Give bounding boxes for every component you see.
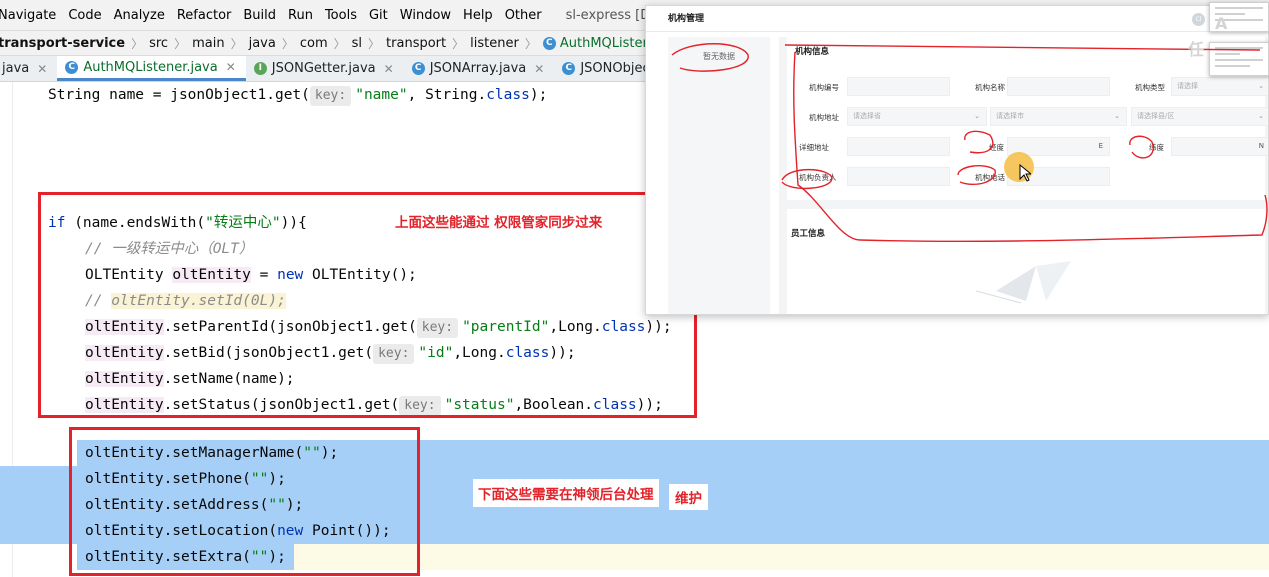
close-icon[interactable]: ✕	[37, 62, 47, 76]
paper-plane-icon	[976, 261, 1071, 304]
section-title: 机构信息	[795, 47, 830, 57]
tab-label: java	[2, 61, 30, 76]
tab-authmqlistener[interactable]: C AuthMQListener.java ✕	[57, 56, 246, 81]
chevron-right-icon: 〉	[524, 36, 537, 51]
close-icon[interactable]: ✕	[384, 62, 394, 76]
chevron-right-icon: 〉	[452, 36, 465, 51]
chevron-right-icon: 〉	[281, 36, 294, 51]
select-city[interactable]: 请选择市 ⌄	[990, 107, 1127, 126]
window-thumbnail[interactable]	[1209, 42, 1269, 76]
menu-window[interactable]: Window	[394, 8, 457, 23]
close-icon[interactable]: ✕	[534, 62, 544, 76]
breadcrumb-src[interactable]: src	[149, 36, 168, 51]
menu-run[interactable]: Run	[282, 8, 319, 23]
label-manager: 机构负责人	[799, 173, 837, 182]
menu-analyze[interactable]: Analyze	[108, 8, 171, 23]
menu-other[interactable]: Other	[499, 8, 548, 23]
breadcrumb-sl[interactable]: sl	[352, 36, 362, 51]
chevron-right-icon: 〉	[333, 36, 346, 51]
ghost-text: 任	[1188, 40, 1205, 59]
chevron-right-icon: 〉	[174, 36, 187, 51]
class-icon: C	[542, 36, 556, 50]
label-type: 机构类型	[1135, 83, 1165, 92]
label-detail: 详细地址	[799, 143, 829, 152]
label-phone: 机构电话	[975, 173, 1005, 182]
breadcrumb-main[interactable]: main	[192, 36, 224, 51]
menu-code[interactable]: Code	[62, 8, 107, 23]
input-code[interactable]	[847, 77, 950, 96]
input-name[interactable]	[1007, 77, 1110, 96]
breadcrumb-transport[interactable]: transport	[386, 36, 446, 51]
menu-navigate[interactable]: Navigate	[0, 8, 62, 23]
annotation-bottom-note-extra: 维护	[669, 484, 708, 510]
chevron-right-icon: 〉	[368, 36, 381, 51]
tab-java[interactable]: java ✕	[0, 56, 57, 81]
breadcrumb-listener[interactable]: listener	[470, 36, 519, 51]
breadcrumb-module[interactable]: transport-service	[0, 36, 125, 51]
label-code: 机构编号	[809, 83, 839, 92]
org-tree-panel: 暂无数据	[668, 37, 770, 314]
class-icon: C	[562, 62, 576, 75]
mouse-cursor-icon	[1019, 164, 1031, 182]
label-longitude: 经度	[989, 143, 1004, 152]
menu-refactor[interactable]: Refactor	[171, 8, 238, 23]
tab-label: JSONGetter.java	[271, 61, 376, 76]
avatar[interactable]: Cl	[1192, 13, 1205, 26]
chevron-down-icon: ⌄	[1114, 112, 1120, 120]
empty-data-label: 暂无数据	[703, 52, 735, 61]
tab-label: JSONArray.java	[429, 61, 527, 76]
breadcrumb-com[interactable]: com	[300, 36, 328, 51]
tab-jsongetter[interactable]: I JSONGetter.java ✕	[246, 56, 404, 81]
annotation-box-bottom	[69, 427, 420, 576]
code-line: String name = jsonObject1.get(key: "name"…	[48, 82, 547, 108]
label-name: 机构名称	[975, 83, 1005, 92]
select-province[interactable]: 请选择省 ⌄	[847, 107, 987, 126]
menu-git[interactable]: Git	[363, 8, 394, 23]
label-address: 机构地址	[809, 113, 839, 122]
interface-icon: I	[253, 62, 267, 75]
annotation-top-note: 上面这些能通过 权限管家同步过来	[395, 215, 603, 231]
input-detail[interactable]	[847, 137, 950, 156]
current-line-highlight	[294, 544, 1269, 570]
chevron-right-icon: 〉	[131, 36, 144, 51]
annotation-bottom-note: 下面这些需要在神领后台处理	[473, 479, 659, 507]
tab-label: AuthMQListener.java	[83, 59, 218, 75]
chevron-down-icon: ⌄	[974, 112, 980, 120]
close-icon[interactable]: ✕	[226, 60, 236, 74]
class-icon: C	[65, 60, 79, 74]
select-district[interactable]: 请选择县/区 ⌄	[1131, 107, 1268, 126]
chevron-right-icon: 〉	[230, 36, 243, 51]
menu-tools[interactable]: Tools	[319, 8, 363, 23]
menu-build[interactable]: Build	[237, 8, 282, 23]
tab-jsonarray[interactable]: C JSONArray.java ✕	[404, 56, 555, 81]
overlay-title: 机构管理	[646, 6, 1268, 32]
chevron-down-icon: ⌄	[1258, 112, 1264, 120]
menu-help[interactable]: Help	[457, 8, 499, 23]
class-icon: C	[411, 62, 425, 75]
admin-panel-screenshot: 机构管理 Cl 暂无数据 机构信息 机构编号 机构名称 机构类型 请选择 ⌄ 机构…	[645, 5, 1269, 315]
input-latitude[interactable]: N	[1171, 137, 1268, 156]
select-type[interactable]: 请选择 ⌄	[1171, 77, 1268, 96]
breadcrumb-java[interactable]: java	[249, 36, 276, 51]
section-title: 员工信息	[791, 229, 826, 239]
chevron-down-icon: ⌄	[1258, 82, 1264, 90]
input-manager[interactable]	[847, 167, 950, 186]
ghost-text: A	[1215, 14, 1228, 33]
label-latitude: 纬度	[1149, 143, 1164, 152]
